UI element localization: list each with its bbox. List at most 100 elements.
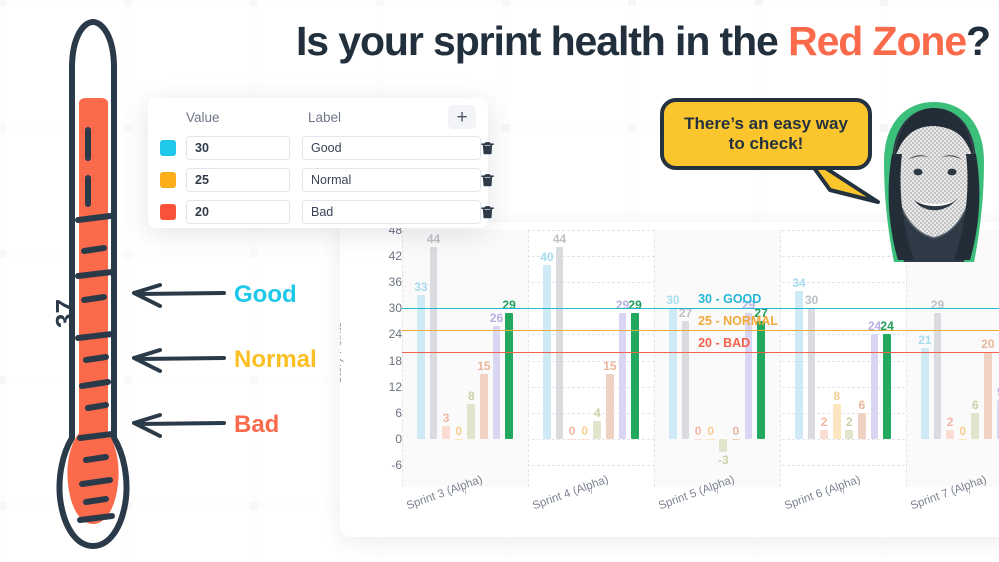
chart-bar[interactable] (983, 351, 992, 439)
bar-value-label: 0 (694, 423, 702, 438)
bar-value-label: 8 (833, 389, 841, 404)
arrow-left-icon (132, 348, 226, 373)
color-swatch[interactable] (160, 140, 176, 156)
column-header-label: Label (308, 109, 342, 125)
chart-bar[interactable] (631, 312, 639, 439)
bar-value-label: 4 (593, 406, 601, 421)
bar-value-label: 30 (804, 293, 819, 308)
zone-label-normal: Normal (234, 346, 317, 373)
chart-bar[interactable] (971, 412, 980, 439)
chart-card: Story Points 48 42 36 30 24 18 12 6 0 -6 33 40 30 34 21… (340, 222, 999, 537)
chart-bar[interactable] (857, 412, 866, 439)
bar-value-label: 26 (489, 310, 504, 325)
chart-bar[interactable] (416, 295, 425, 439)
threshold-label-input[interactable] (302, 200, 481, 224)
chart-bar[interactable] (807, 308, 816, 439)
y-axis-tick-label: 30 (388, 301, 402, 316)
bar-value-label: -3 (717, 452, 729, 467)
chart-bar[interactable] (593, 421, 602, 439)
chart-bar[interactable] (744, 312, 753, 439)
chart-bar[interactable] (555, 247, 564, 439)
chart-bar[interactable] (568, 438, 576, 441)
bar-value-label: 0 (959, 423, 967, 438)
chart-bar[interactable] (946, 430, 954, 439)
threshold-row (148, 166, 494, 194)
bar-value-label: 29 (502, 297, 516, 312)
add-threshold-button[interactable]: + (448, 105, 476, 129)
chart-bar[interactable] (467, 404, 476, 439)
threshold-rows (148, 134, 494, 226)
zone-row-good: Good (126, 280, 297, 310)
bar-value-label: 34 (792, 275, 806, 290)
trash-icon[interactable] (481, 173, 494, 187)
threshold-value-input[interactable] (186, 168, 290, 192)
threshold-label: 30 - GOOD (698, 292, 762, 307)
threshold-label-input[interactable] (302, 136, 481, 160)
category-separator (906, 230, 907, 487)
bar-value-label: 0 (455, 423, 463, 438)
color-swatch[interactable] (160, 172, 176, 188)
threshold-value-input[interactable] (186, 200, 290, 224)
bar-value-label: 0 (707, 423, 715, 438)
chart-bar[interactable] (492, 325, 501, 439)
bar-value-label: 44 (426, 232, 441, 247)
speech-bubble: There’s an easy way to check! (660, 98, 872, 170)
chart-bar[interactable] (920, 347, 929, 439)
headline-part-3: ? (966, 18, 991, 64)
arrow-left-icon (132, 283, 226, 308)
chart-bar[interactable] (870, 334, 879, 439)
bar-value-label: 24 (880, 319, 894, 334)
panel-header: Value Label + (148, 98, 488, 130)
bar-value-label: 44 (552, 232, 567, 247)
bar-value-label: 6 (858, 397, 866, 412)
y-axis-tick-label: 36 (388, 275, 402, 290)
category-separator (402, 230, 403, 487)
avatar (868, 102, 999, 262)
chart-bar[interactable] (505, 312, 513, 439)
zone-label-bad: Bad (234, 411, 280, 438)
chart-bar[interactable] (479, 373, 488, 439)
threshold-line (402, 330, 999, 332)
bar-chart: Story Points 48 42 36 30 24 18 12 6 0 -6 33 40 30 34 21… (340, 222, 999, 537)
headline-accent: Red Zone (788, 18, 967, 64)
chart-bar[interactable] (580, 438, 589, 441)
bar-value-label: 21 (918, 332, 932, 347)
color-swatch[interactable] (160, 204, 176, 220)
threshold-value-input[interactable] (186, 136, 290, 160)
threshold-line (402, 308, 999, 310)
threshold-row (148, 198, 494, 226)
chart-bar[interactable] (618, 312, 627, 439)
bar-value-label: 30 (666, 293, 680, 308)
bar-value-label: 2 (820, 415, 828, 430)
chart-bar[interactable] (719, 438, 728, 452)
bar-value-label: 0 (568, 423, 576, 438)
trash-icon[interactable] (481, 205, 494, 219)
bar-value-label: 15 (603, 358, 617, 373)
chart-bar[interactable] (605, 373, 614, 439)
y-axis-tick-label: 24 (388, 327, 402, 342)
chart-bar[interactable] (883, 334, 891, 439)
zone-label-good: Good (234, 281, 297, 308)
chart-bar[interactable] (757, 321, 765, 439)
threshold-row (148, 134, 494, 162)
chart-bar[interactable] (832, 404, 841, 439)
y-axis-tick-label: 0 (395, 431, 402, 446)
chart-bar[interactable] (820, 430, 828, 439)
bar-value-label: 6 (971, 397, 979, 412)
chart-bar[interactable] (442, 425, 450, 439)
category-separator (780, 230, 781, 487)
chart-bar[interactable] (681, 321, 690, 439)
trash-icon[interactable] (481, 141, 494, 155)
chart-bar[interactable] (845, 430, 854, 439)
bar-value-label: 2 (845, 415, 853, 430)
chart-bar[interactable] (933, 312, 942, 439)
chart-bar[interactable] (794, 290, 803, 439)
bar-value-label: 0 (732, 423, 740, 438)
threshold-label-input[interactable] (302, 168, 481, 192)
chart-bar[interactable] (429, 247, 438, 439)
y-axis-tick-label: 12 (388, 379, 402, 394)
thermometer-reading: 37 (50, 299, 80, 328)
avatar-portrait (884, 102, 984, 262)
y-axis-tick-label: 42 (388, 249, 402, 264)
chart-bar[interactable] (668, 308, 677, 439)
